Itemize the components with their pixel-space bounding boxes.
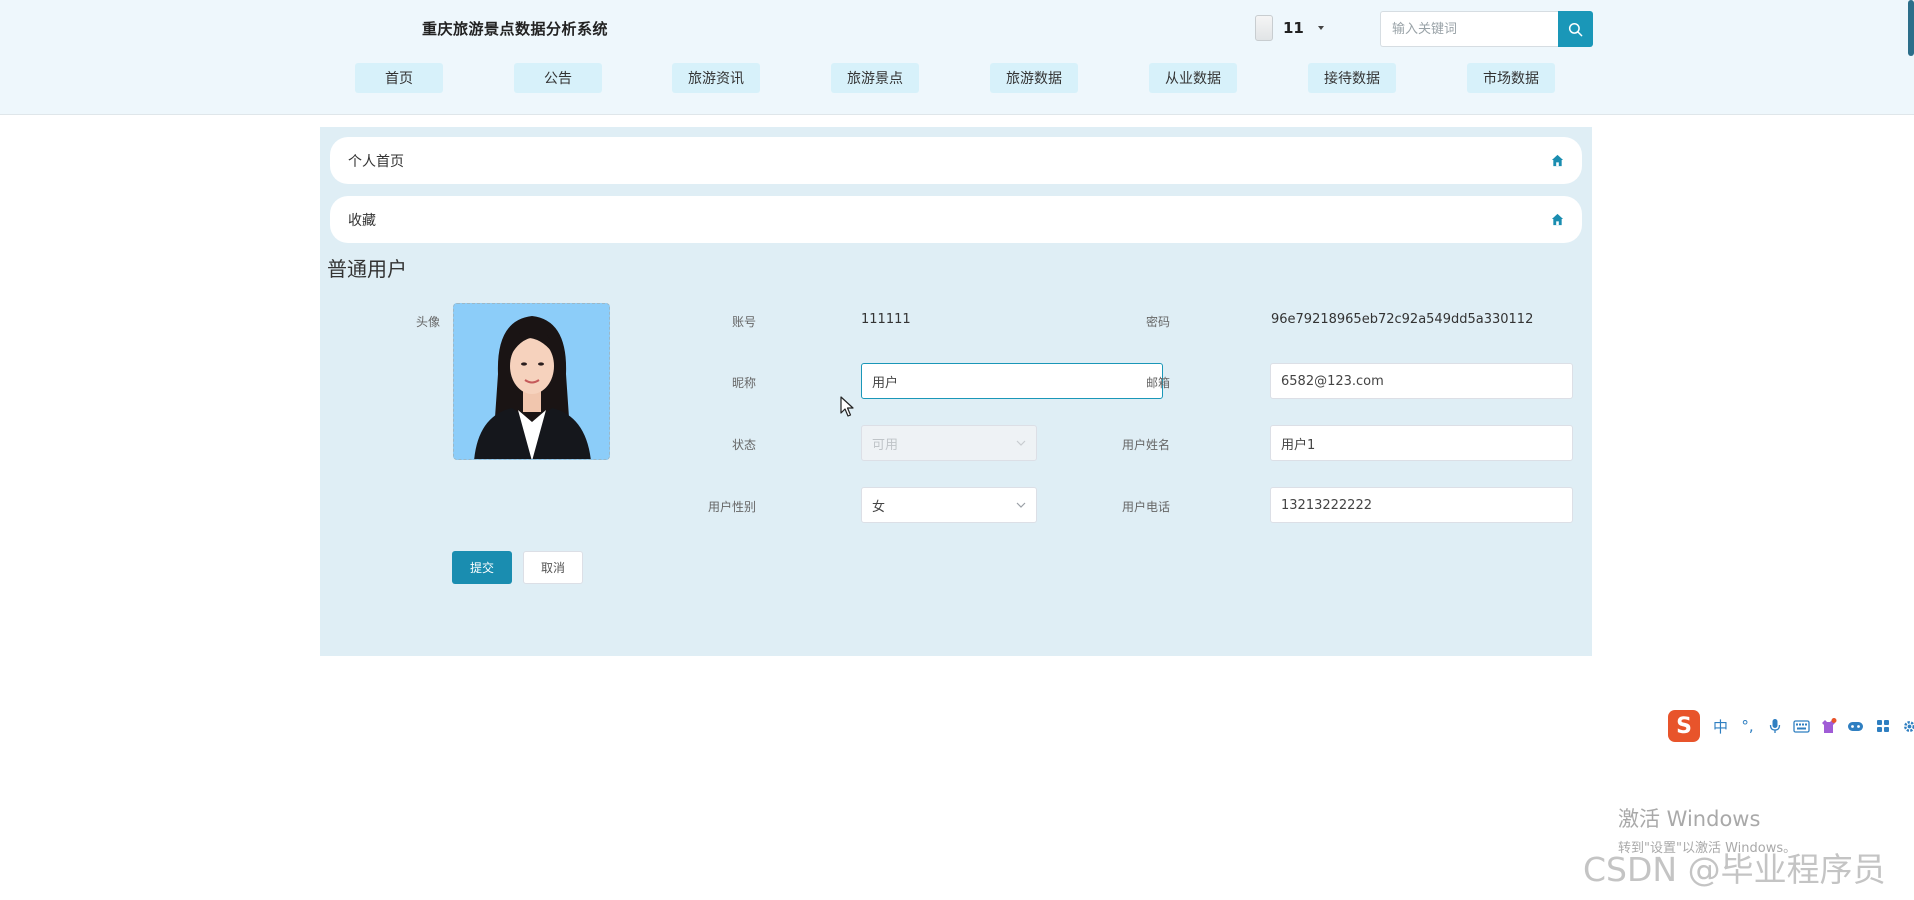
status-select-value: 可用 (872, 437, 899, 453)
avatar-upload[interactable] (453, 303, 610, 460)
cancel-button[interactable]: 取消 (523, 551, 583, 584)
avatar-photo (454, 304, 609, 459)
avatar-label: 头像 (415, 315, 440, 329)
password-value: 96e79218965eb72c92a549dd5a330112 (1271, 312, 1534, 327)
nav-item-travel-news[interactable]: 旅游资讯 (672, 63, 760, 93)
scrollbar-thumb[interactable] (1908, 0, 1914, 56)
menu-item-label: 收藏 (348, 212, 376, 229)
csdn-watermark: CSDN @毕业程序员 (1583, 850, 1886, 889)
user-avatar[interactable] (1255, 15, 1273, 41)
account-value: 111111 (861, 312, 911, 327)
settings-gear-icon[interactable] (1897, 714, 1914, 739)
ime-logo[interactable]: S (1668, 710, 1700, 742)
search-icon (1568, 22, 1583, 36)
home-icon (1551, 154, 1564, 167)
real-name-label: 用户姓名 (1121, 438, 1170, 452)
status-label: 状态 (731, 438, 756, 452)
nav-item-reception-data[interactable]: 接待数据 (1308, 63, 1396, 93)
section-title: 普通用户 (327, 257, 407, 281)
chevron-down-icon (1016, 440, 1026, 446)
chevron-down-icon (1016, 502, 1026, 508)
search-input[interactable] (1380, 11, 1558, 47)
phone-input[interactable] (1270, 487, 1573, 523)
password-label: 密码 (1145, 315, 1170, 329)
search-box (1380, 11, 1593, 47)
menu-item-personal-home[interactable]: 个人首页 (330, 137, 1582, 184)
nav-item-employment-data[interactable]: 从业数据 (1149, 63, 1237, 93)
phone-label: 用户电话 (1121, 500, 1170, 514)
profile-panel: 个人首页 收藏 普通用户 头像 账号 111111 密码 96e79218965… (320, 127, 1592, 656)
ime-language-toggle[interactable]: 中 (1708, 714, 1733, 739)
menu-item-label: 个人首页 (348, 153, 404, 170)
account-label: 账号 (731, 315, 756, 329)
gender-select[interactable]: 女 (861, 487, 1037, 523)
nav-item-home[interactable]: 首页 (355, 63, 443, 93)
keyboard-icon[interactable] (1789, 714, 1814, 739)
search-button[interactable] (1558, 11, 1593, 47)
site-title: 重庆旅游景点数据分析系统 (422, 20, 609, 38)
email-input[interactable] (1270, 363, 1573, 399)
gender-select-value: 女 (872, 499, 886, 515)
gender-label: 用户性别 (707, 500, 756, 514)
menu-item-favorites[interactable]: 收藏 (330, 196, 1582, 243)
real-name-input[interactable] (1270, 425, 1573, 461)
caret-down-icon[interactable] (1317, 26, 1324, 30)
home-icon (1551, 213, 1564, 226)
user-menu[interactable]: 11 (1255, 14, 1324, 42)
nickname-label: 昵称 (731, 376, 756, 390)
main-nav: 首页 公告 旅游资讯 旅游景点 旅游数据 从业数据 接待数据 市场数据 (0, 63, 1914, 93)
nav-item-scenic-spots[interactable]: 旅游景点 (831, 63, 919, 93)
user-name[interactable]: 11 (1283, 19, 1304, 37)
mouse-cursor-icon (840, 396, 854, 417)
ime-toolbar: S 中 °, (1668, 708, 1914, 744)
email-label: 邮箱 (1145, 376, 1170, 390)
nav-item-travel-data[interactable]: 旅游数据 (990, 63, 1078, 93)
microphone-icon[interactable] (1762, 714, 1787, 739)
submit-button[interactable]: 提交 (452, 551, 512, 584)
ime-punctuation-toggle[interactable]: °, (1735, 714, 1760, 739)
game-controller-icon[interactable] (1843, 714, 1868, 739)
skin-icon[interactable] (1816, 714, 1841, 739)
nav-item-notice[interactable]: 公告 (514, 63, 602, 93)
windows-activation-title: 激活 Windows (1618, 807, 1761, 831)
grid-menu-icon[interactable] (1870, 714, 1895, 739)
top-header: 重庆旅游景点数据分析系统 11 首页 公告 旅游资讯 旅游景点 旅游数据 从业数… (0, 0, 1914, 115)
nav-item-market-data[interactable]: 市场数据 (1467, 63, 1555, 93)
status-select[interactable]: 可用 (861, 425, 1037, 461)
